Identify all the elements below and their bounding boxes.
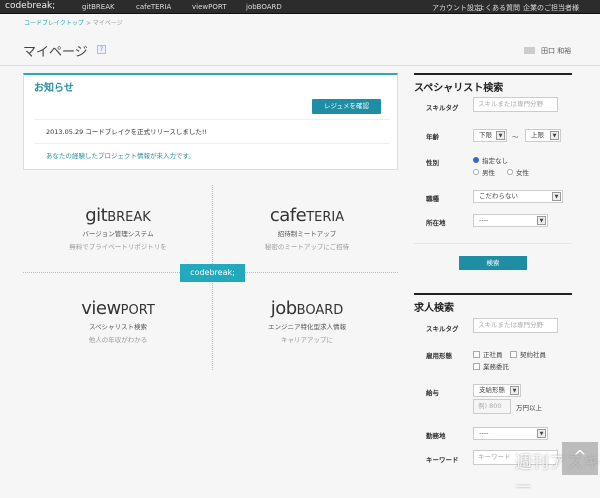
news-item: 2013.05.29 コードブレイクを正式リリースしました!! <box>46 128 208 136</box>
nav-account[interactable]: アカウント設定 <box>432 3 481 13</box>
nav-company[interactable]: 企業のご担当者様 <box>523 3 579 13</box>
female-label: 女性 <box>516 169 529 177</box>
service-viewport[interactable]: viewPORT スペシャリスト検索 他人の年収がわかる <box>33 298 203 344</box>
scroll-top-button[interactable]: ^ <box>562 442 598 475</box>
job-label: 職種 <box>426 195 439 203</box>
help-icon[interactable]: ? <box>97 45 106 54</box>
checkbox-fulltime[interactable] <box>473 351 480 358</box>
age-max-select[interactable]: 上限 ▼ <box>525 129 561 142</box>
age-label: 年齢 <box>426 133 439 141</box>
codebreak-logo: codebreak; <box>180 264 245 282</box>
service-gitbreak[interactable]: gitBREAK バージョン管理システム 無料でプライベートリポジトリを <box>33 205 203 251</box>
divider <box>0 65 600 66</box>
salary-input[interactable]: 例) 800 <box>473 399 511 414</box>
section-bar <box>414 73 572 75</box>
mail-icon[interactable] <box>524 47 535 54</box>
gender-any-label: 指定なし <box>482 157 508 165</box>
breadcrumb-current: マイページ <box>92 20 123 27</box>
job-skill-input[interactable]: スキルまたは専門分野 <box>473 318 558 333</box>
breadcrumb-home[interactable]: コードブレイクトップ <box>24 20 84 27</box>
tilde: 〜 <box>512 133 519 141</box>
gender-label: 性別 <box>426 159 439 167</box>
notice-title: お知らせ <box>34 83 74 94</box>
keyword-label: キーワード <box>426 456 459 464</box>
employment-label: 雇用形態 <box>426 352 452 360</box>
resume-button[interactable]: レジュメを確認 <box>312 99 381 114</box>
nav-cafeteria[interactable]: cafeTERIA <box>136 3 171 11</box>
skill-label: スキルタグ <box>426 325 459 333</box>
radio-female[interactable] <box>507 169 513 175</box>
location-label: 所在地 <box>426 219 446 227</box>
salary-label: 給与 <box>426 389 439 397</box>
skill-label: スキルタグ <box>426 104 459 112</box>
skill-input[interactable]: スキルまたは専門分野 <box>473 97 558 112</box>
service-jobboard[interactable]: jobBOARD エンジニア特化型求人情報 キャリアアップに <box>222 298 392 344</box>
work-location-label: 勤務地 <box>426 432 446 440</box>
nav-jobboard[interactable]: jobBOARD <box>246 3 282 11</box>
fulltime-label: 正社員 <box>483 351 503 359</box>
section-bar <box>414 293 572 295</box>
job-search-title: 求人検索 <box>414 303 454 314</box>
search-button[interactable]: 検索 <box>459 256 527 270</box>
divider <box>34 119 389 120</box>
specialist-search-title: スペシャリスト検索 <box>414 83 504 94</box>
male-label: 男性 <box>482 169 495 177</box>
location-select[interactable]: ---- ▼ <box>473 214 548 227</box>
user-name[interactable]: 田口 和裕 <box>541 46 571 56</box>
service-cafeteria[interactable]: cafeTERIA 招待制ミートアップ 秘密のミートアップにご招待 <box>222 205 392 251</box>
job-select[interactable]: こだわらない ▼ <box>473 190 563 203</box>
breadcrumb: コードブレイクトップ > マイページ <box>24 18 123 27</box>
nav-faq[interactable]: よくある質問 <box>478 3 520 13</box>
logo[interactable]: codebreak; <box>5 1 55 11</box>
salary-unit: 万円以上 <box>516 404 542 412</box>
radio-male[interactable] <box>473 169 479 175</box>
checkbox-outsourcing[interactable] <box>473 363 480 370</box>
top-nav: codebreak; gitBREAK cafeTERIA viewPORT j… <box>0 0 600 14</box>
divider <box>34 143 389 144</box>
age-min-select[interactable]: 下限 ▼ <box>473 129 507 142</box>
radio-any[interactable] <box>473 157 479 163</box>
page-title: マイページ <box>23 45 88 60</box>
nav-viewport[interactable]: viewPORT <box>192 3 226 11</box>
notice-panel: お知らせ レジュメを確認 2013.05.29 コードブレイクを正式リリースしま… <box>23 73 398 170</box>
salary-type-select[interactable]: 支給形態 ▼ <box>473 384 521 397</box>
work-location-select[interactable]: ---- ▼ <box>473 427 548 440</box>
project-warning-link[interactable]: あなたの経験したプロジェクト情報が未入力です。 <box>46 150 195 160</box>
contract-label: 契約社員 <box>520 351 546 359</box>
divider <box>414 243 572 244</box>
nav-gitbreak[interactable]: gitBREAK <box>82 3 115 11</box>
breadcrumb-sep: > <box>85 20 91 27</box>
outsourcing-label: 業務委託 <box>483 363 509 371</box>
checkbox-contract[interactable] <box>510 351 517 358</box>
